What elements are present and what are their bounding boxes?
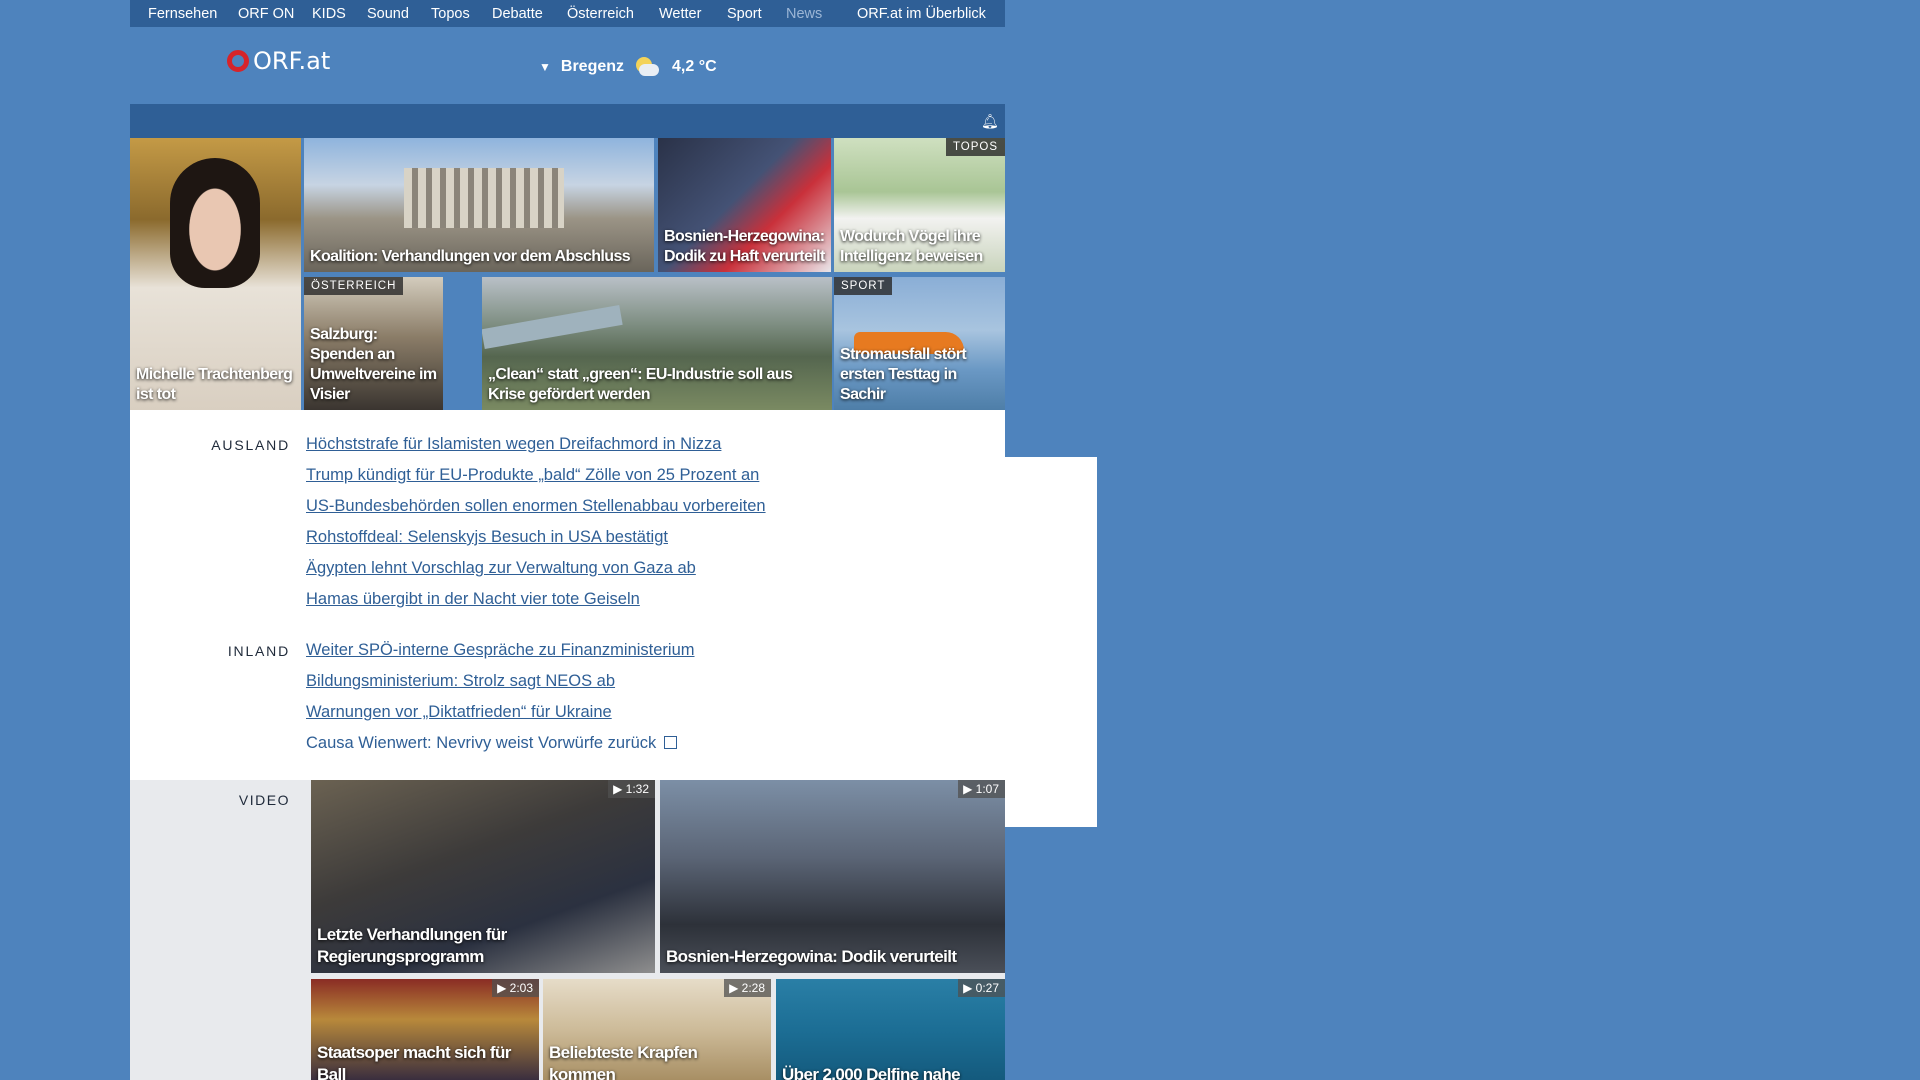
play-icon: ▶ <box>497 981 510 995</box>
logo-orf-text: ORF.at <box>253 47 331 75</box>
duration-text: 2:03 <box>509 981 533 995</box>
list-item[interactable]: Hamas übergibt in der Nacht vier tote Ge… <box>306 590 640 609</box>
story-tile-voegel[interactable]: TOPOS Wodurch Vögel ihre Intelligenz bew… <box>834 138 1005 272</box>
nav-topos[interactable]: Topos <box>431 6 470 22</box>
nav-kids[interactable]: KIDS <box>312 6 346 22</box>
list-item[interactable]: US-Bundesbehörden sollen enormen Stellen… <box>306 497 766 516</box>
nav-debatte[interactable]: Debatte <box>492 6 543 22</box>
list-item[interactable]: Ägypten lehnt Vorschlag zur Verwaltung v… <box>306 559 696 578</box>
tile-caption: Salzburg: Spenden an Umweltvereine im Vi… <box>310 326 437 403</box>
partly-cloudy-icon <box>634 54 660 80</box>
section-label-inland: INLAND <box>227 643 290 659</box>
site-header: news ORF.at ▼ Bregenz 4,2 °C <box>130 27 1097 827</box>
list-item-external: Causa Wienwert: Nevrivy weist Vorwürfe z… <box>306 734 678 753</box>
dropdown-triangle-icon[interactable]: ▼ <box>539 60 551 74</box>
story-tile-eu-industrie[interactable]: „Clean“ statt „green“: EU-Industrie soll… <box>482 277 832 410</box>
video-tile[interactable]: ▶ 0:27 Über 2.000 Delfine nahe <box>776 979 1005 1080</box>
tile-caption: „Clean“ statt „green“: EU-Industrie soll… <box>488 366 793 403</box>
list-item[interactable]: Warnungen vor „Diktatfrieden“ für Ukrain… <box>306 703 612 722</box>
list-item[interactable]: Höchststrafe für Islamisten wegen Dreifa… <box>306 435 721 454</box>
video-caption: Bosnien-Herzegowina: Dodik verurteilt <box>666 947 957 966</box>
external-link-icon[interactable] <box>664 736 678 749</box>
video-tile[interactable]: ▶ 2:28 Beliebteste Krapfen kommen <box>543 979 771 1080</box>
nav-sport[interactable]: Sport <box>727 6 762 22</box>
duration-text: 0:27 <box>975 981 999 995</box>
parliament-image <box>404 168 564 228</box>
nav-wetter[interactable]: Wetter <box>659 6 701 22</box>
bell-icon[interactable]: 🔔︎ <box>981 114 999 128</box>
video-tile[interactable]: ▶ 1:07 Bosnien-Herzegowina: Dodik verurt… <box>660 780 1005 973</box>
play-icon: ▶ <box>963 981 976 995</box>
list-item[interactable]: Causa Wienwert: Nevrivy weist Vorwürfe z… <box>306 734 656 752</box>
tile-caption: Bosnien-Herzegowina: Dodik zu Haft verur… <box>664 228 825 265</box>
tile-caption: Stromausfall stört ersten Testtag in Sac… <box>840 346 967 403</box>
nav-orf-overview[interactable]: ORF.at im Überblick <box>857 6 986 22</box>
video-caption: Über 2.000 Delfine nahe <box>782 1065 961 1080</box>
section-label-ausland: AUSLAND <box>211 437 290 453</box>
news-orf-logo[interactable]: news ORF.at <box>222 47 1097 827</box>
video-tile[interactable]: ▶ 2:03 Staatsoper macht sich für Ball <box>311 979 539 1080</box>
tile-caption: Michelle Trachtenberg ist tot <box>136 366 293 403</box>
story-tile-koalition[interactable]: Koalition: Verhandlungen vor dem Abschlu… <box>304 138 654 272</box>
weather-temperature: 4,2 °C <box>672 58 717 75</box>
category-tag: SPORT <box>834 277 893 295</box>
river-image <box>482 304 623 350</box>
story-tile-salzburg[interactable]: ÖSTERREICH Salzburg: Spenden an Umweltve… <box>304 277 443 410</box>
tile-caption: Wodurch Vögel ihre Intelligenz beweisen <box>840 228 983 265</box>
category-tag: ÖSTERREICH <box>304 277 404 295</box>
story-tile-dodik[interactable]: Bosnien-Herzegowina: Dodik zu Haft verur… <box>658 138 831 272</box>
video-caption: Letzte Verhandlungen für Regierungsprogr… <box>317 925 507 966</box>
video-duration: ▶ 2:28 <box>724 979 771 997</box>
video-caption: Staatsoper macht sich für Ball <box>317 1043 511 1080</box>
nav-orf-on[interactable]: ORF ON <box>238 6 294 22</box>
video-tile[interactable]: ▶ 1:32 Letzte Verhandlungen für Regierun… <box>311 780 655 973</box>
page: Fernsehen ORF ON KIDS Sound Topos Debatt… <box>130 0 1097 1080</box>
list-item[interactable]: Trump kündigt für EU-Produkte „bald“ Zöl… <box>306 466 759 485</box>
video-duration: ▶ 1:32 <box>608 780 655 798</box>
portrait-image <box>170 158 260 288</box>
orf-ring-icon <box>227 50 249 72</box>
list-item[interactable]: Bildungsministerium: Strolz sagt NEOS ab <box>306 672 615 691</box>
story-tile-stromausfall[interactable]: SPORT Stromausfall stört ersten Testtag … <box>834 277 1005 410</box>
tile-caption: Koalition: Verhandlungen vor dem Abschlu… <box>310 248 631 265</box>
notification-bar: 🔔︎ <box>130 104 1005 138</box>
story-tile-trachtenberg[interactable]: Michelle Trachtenberg ist tot <box>130 138 301 410</box>
nav-sound[interactable]: Sound <box>367 6 409 22</box>
nav-oesterreich[interactable]: Österreich <box>567 6 634 22</box>
weather-location: Bregenz <box>560 58 625 75</box>
list-item[interactable]: Weiter SPÖ-interne Gespräche zu Finanzmi… <box>306 641 695 660</box>
video-duration: ▶ 1:07 <box>958 780 1005 798</box>
list-item[interactable]: Rohstoffdeal: Selenskyjs Besuch in USA b… <box>306 528 668 547</box>
section-label-video: VIDEO <box>238 792 290 808</box>
news-list-section: AUSLAND Höchststrafe für Islamisten wege… <box>130 410 1005 780</box>
duration-text: 1:07 <box>975 782 999 796</box>
play-icon: ▶ <box>963 782 976 796</box>
video-duration: ▶ 2:03 <box>492 979 539 997</box>
play-icon: ▶ <box>729 981 742 995</box>
nav-fernsehen[interactable]: Fernsehen <box>148 6 217 22</box>
video-duration: ▶ 0:27 <box>958 979 1005 997</box>
nav-news[interactable]: News <box>786 6 822 22</box>
play-icon: ▶ <box>613 782 626 796</box>
duration-text: 1:32 <box>625 782 649 796</box>
video-caption: Beliebteste Krapfen kommen <box>549 1043 698 1080</box>
weather-widget[interactable]: ▼ Bregenz 4,2 °C <box>539 54 717 80</box>
duration-text: 2:28 <box>741 981 765 995</box>
top-navigation: Fernsehen ORF ON KIDS Sound Topos Debatt… <box>130 0 1005 27</box>
category-tag: TOPOS <box>945 138 1005 156</box>
